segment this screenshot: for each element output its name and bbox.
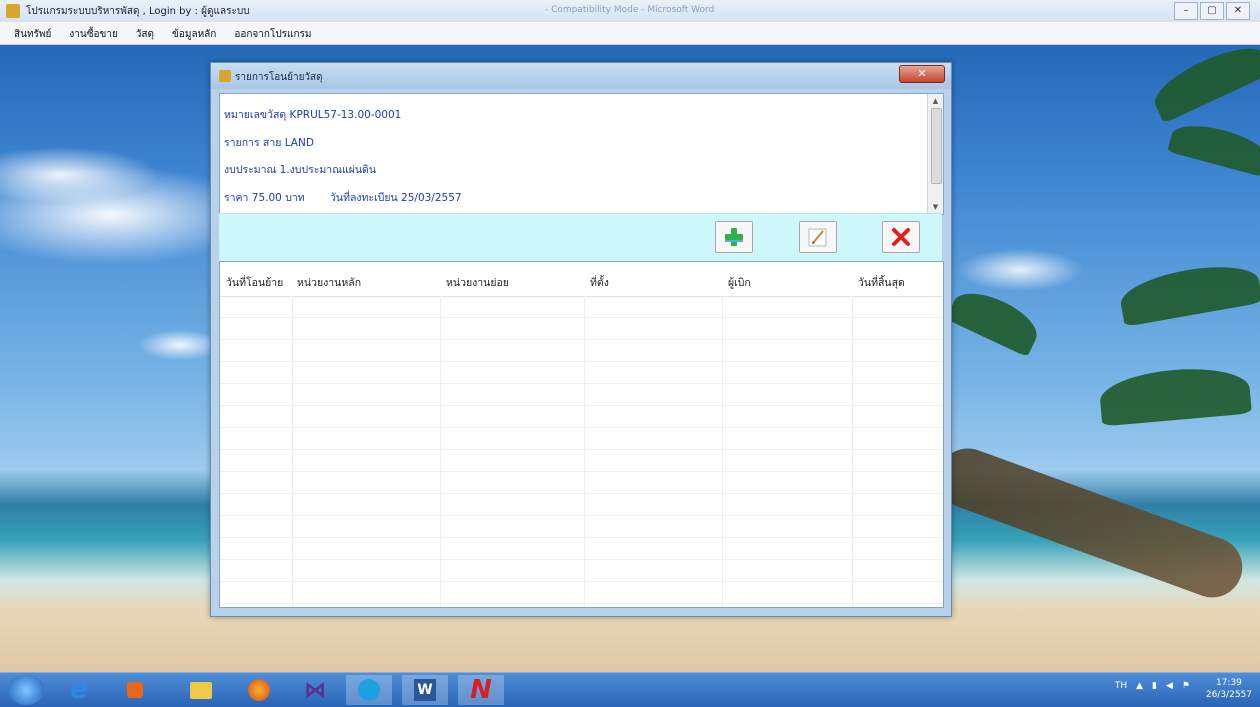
app-icon bbox=[6, 4, 20, 18]
table-row[interactable] bbox=[220, 362, 943, 384]
window-controls: – ▢ ✕ bbox=[1174, 2, 1250, 20]
palm-leaf-decoration bbox=[945, 282, 1045, 358]
material-register-date: วันที่ลงทะเบียน 25/03/2557 bbox=[330, 192, 462, 204]
menu-exit[interactable]: ออกจากโปรแกรม bbox=[226, 22, 321, 44]
material-item: รายการ สาย LAND bbox=[224, 137, 314, 149]
menu-master-data[interactable]: ข้อมูลหลัก bbox=[164, 22, 226, 44]
column-header-end-date[interactable]: วันที่สิ้นสุด bbox=[858, 274, 905, 291]
table-row[interactable] bbox=[220, 582, 943, 604]
chevron-up-icon[interactable]: ▲ bbox=[1136, 681, 1143, 691]
column-header-transfer-date[interactable]: วันที่โอนย้าย bbox=[226, 274, 283, 291]
app-title: โปรแกรมระบบบริหารพัสดุ , Login by : ผู้ด… bbox=[26, 6, 250, 17]
table-row[interactable] bbox=[220, 450, 943, 472]
skype-icon[interactable] bbox=[346, 675, 392, 705]
taskbar: e ⋈ W N TH ▲ ▮ ◀ ⚑ 17:39 26/3/2557 bbox=[0, 672, 1260, 707]
system-tray: TH ▲ ▮ ◀ ⚑ bbox=[1115, 681, 1190, 691]
scroll-thumb[interactable] bbox=[931, 108, 942, 184]
table-row[interactable] bbox=[220, 472, 943, 494]
start-orb-icon[interactable] bbox=[8, 675, 44, 705]
menu-purchasing[interactable]: งานซื้อขาย bbox=[61, 22, 127, 44]
custom-app-icon[interactable]: N bbox=[458, 675, 504, 705]
table-row[interactable] bbox=[220, 428, 943, 450]
dialog-title: รายการโอนย้ายวัสดุ bbox=[235, 72, 323, 83]
table-row[interactable] bbox=[220, 538, 943, 560]
table-row[interactable] bbox=[220, 340, 943, 362]
dialog-icon bbox=[219, 70, 231, 82]
palm-leaf-decoration bbox=[1117, 258, 1260, 327]
scroll-up-icon[interactable]: ▲ bbox=[928, 94, 943, 108]
word-icon[interactable]: W bbox=[402, 675, 448, 705]
add-button[interactable] bbox=[715, 221, 753, 253]
firefox-icon[interactable] bbox=[236, 675, 282, 705]
grid-header: วันที่โอนย้าย หน่วยงานหลัก หน่วยงานย่อย … bbox=[220, 262, 943, 297]
close-button[interactable]: ✕ bbox=[1226, 2, 1250, 20]
palm-leaf-decoration bbox=[1167, 117, 1260, 178]
palm-leaf-decoration bbox=[1098, 363, 1252, 427]
table-row[interactable] bbox=[220, 516, 943, 538]
app-titlebar[interactable]: โปรแกรมระบบบริหารพัสดุ , Login by : ผู้ด… bbox=[0, 0, 1260, 23]
language-indicator[interactable]: TH bbox=[1115, 681, 1127, 691]
delete-x-icon bbox=[892, 228, 910, 246]
volume-icon[interactable]: ◀ bbox=[1166, 681, 1173, 691]
flag-icon[interactable]: ⚑ bbox=[1182, 681, 1190, 691]
menu-assets[interactable]: สินทรัพย์ bbox=[6, 22, 61, 44]
menu-materials[interactable]: วัสดุ bbox=[128, 22, 164, 44]
background-window-title: - Compatibility Mode - Microsoft Word bbox=[545, 5, 715, 15]
table-row[interactable] bbox=[220, 406, 943, 428]
clock[interactable]: 17:39 26/3/2557 bbox=[1206, 677, 1252, 701]
scroll-down-icon[interactable]: ▼ bbox=[928, 200, 943, 214]
palm-trunk-decoration bbox=[929, 440, 1251, 606]
dialog-toolbar bbox=[219, 213, 942, 263]
column-header-main-unit[interactable]: หน่วยงานหลัก bbox=[297, 274, 361, 291]
maximize-button[interactable]: ▢ bbox=[1200, 2, 1224, 20]
menubar: สินทรัพย์ งานซื้อขาย วัสดุ ข้อมูลหลัก ออ… bbox=[0, 22, 1260, 45]
transfer-grid[interactable]: วันที่โอนย้าย หน่วยงานหลัก หน่วยงานย่อย … bbox=[219, 261, 944, 608]
material-number: หมายเลขวัสดุ KPRUL57-13.00-0001 bbox=[224, 109, 402, 121]
table-row[interactable] bbox=[220, 318, 943, 340]
material-price: ราคา 75.00 บาท bbox=[224, 192, 305, 204]
palm-leaf-decoration bbox=[1147, 36, 1260, 124]
pencil-icon bbox=[808, 228, 827, 247]
material-info-box[interactable]: หมายเลขวัสดุ KPRUL57-13.00-0001 รายการ ส… bbox=[219, 93, 944, 215]
delete-button[interactable] bbox=[882, 221, 920, 253]
file-explorer-icon[interactable] bbox=[178, 675, 224, 705]
clock-time: 17:39 bbox=[1215, 678, 1242, 688]
media-center-icon[interactable] bbox=[112, 675, 158, 705]
column-header-sub-unit[interactable]: หน่วยงานย่อย bbox=[446, 274, 509, 291]
column-header-location[interactable]: ที่ตั้ง bbox=[590, 274, 609, 291]
info-scrollbar[interactable]: ▲ ▼ bbox=[927, 94, 943, 214]
column-header-requester[interactable]: ผู้เบิก bbox=[728, 274, 751, 291]
dialog-titlebar[interactable]: รายการโอนย้ายวัสดุ ✕ bbox=[211, 63, 951, 89]
minimize-button[interactable]: – bbox=[1174, 2, 1198, 20]
internet-explorer-icon[interactable]: e bbox=[56, 675, 102, 705]
edit-button[interactable] bbox=[799, 221, 837, 253]
material-budget: งบประมาณ 1.งบประมาณแผ่นดิน bbox=[224, 164, 377, 176]
transfer-dialog: รายการโอนย้ายวัสดุ ✕ หมายเลขวัสดุ KPRUL5… bbox=[210, 62, 952, 617]
plus-icon bbox=[725, 228, 743, 246]
mail-icon[interactable]: ⋈ bbox=[292, 675, 338, 705]
network-icon[interactable]: ▮ bbox=[1152, 681, 1157, 691]
dialog-close-button[interactable]: ✕ bbox=[899, 65, 945, 83]
table-row[interactable] bbox=[220, 384, 943, 406]
clock-date: 26/3/2557 bbox=[1205, 690, 1252, 700]
table-row[interactable] bbox=[220, 494, 943, 516]
table-row[interactable] bbox=[220, 296, 943, 318]
table-row[interactable] bbox=[220, 560, 943, 582]
